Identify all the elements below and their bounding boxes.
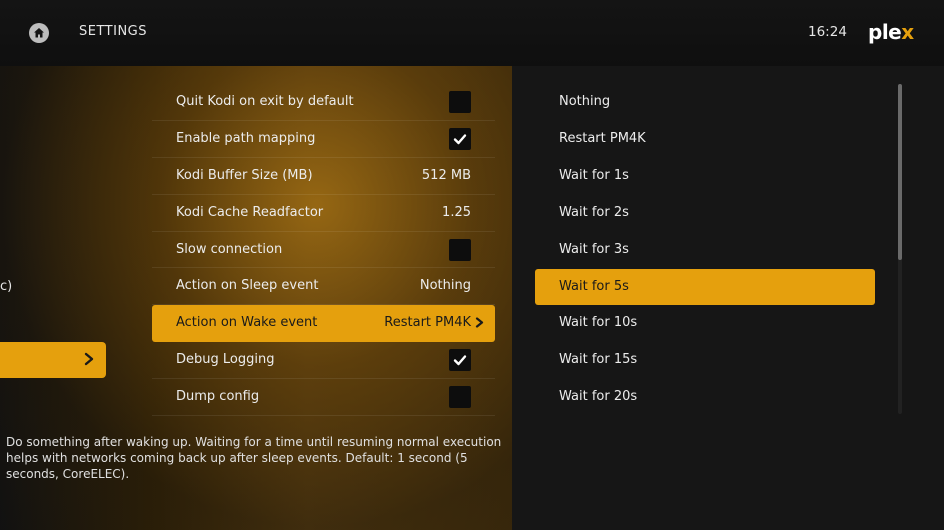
option-item[interactable]: Restart PM4K — [535, 121, 875, 157]
left-menu-item-partial[interactable]: c) — [0, 279, 12, 294]
setting-label: Action on Sleep event — [176, 278, 319, 294]
page-title: SETTINGS — [79, 24, 148, 39]
setting-checkbox[interactable] — [449, 238, 471, 261]
option-label: Restart PM4K — [559, 130, 646, 146]
setting-row[interactable]: Action on Wake event Restart PM4K — [152, 305, 495, 343]
option-label: Wait for 20s — [559, 389, 638, 405]
options-scrollbar-thumb[interactable] — [898, 84, 902, 260]
option-label: Wait for 10s — [559, 315, 638, 331]
home-icon — [34, 28, 44, 38]
option-item[interactable]: Wait for 2s — [535, 195, 875, 231]
setting-label: Debug Logging — [176, 352, 275, 368]
setting-row[interactable]: Debug Logging — [152, 342, 495, 380]
setting-label: Quit Kodi on exit by default — [176, 94, 354, 109]
logo-text: ple — [868, 20, 902, 44]
checkmark-icon — [453, 355, 467, 366]
option-item[interactable]: Nothing — [535, 84, 875, 120]
setting-label: Slow connection — [176, 241, 283, 257]
logo-x: x — [901, 20, 914, 44]
setting-label: Enable path mapping — [176, 130, 316, 146]
option-label: Wait for 2s — [559, 204, 629, 220]
setting-value: 1.25 — [442, 204, 471, 220]
setting-value: 512 MB — [421, 167, 471, 183]
settings-list: Quit Kodi on exit by default Enable path … — [152, 84, 495, 417]
setting-row[interactable]: Slow connection — [152, 232, 495, 269]
setting-row[interactable]: Dump config — [152, 379, 495, 417]
option-item[interactable]: Wait for 15s — [535, 342, 875, 378]
setting-label: Kodi Buffer Size (MB) — [176, 167, 313, 183]
top-bar: SETTINGS 16:24 plex — [0, 0, 944, 66]
option-item[interactable]: Wait for 3s — [535, 232, 875, 268]
clock: 16:24 — [808, 24, 847, 40]
options-panel: Nothing Restart PM4K Wait for 1s Wait for 2… — [512, 66, 944, 530]
option-item[interactable]: Wait for 10s — [535, 305, 875, 341]
setting-row[interactable]: Action on Sleep event Nothing — [152, 268, 495, 306]
setting-value: Nothing — [419, 278, 471, 294]
option-item[interactable]: Wait for 5s — [535, 268, 875, 305]
setting-row[interactable]: Quit Kodi on exit by default — [152, 84, 495, 121]
option-label: Wait for 1s — [559, 167, 629, 183]
plex-logo: plex — [868, 20, 914, 44]
option-item[interactable]: Wait for 1s — [535, 158, 875, 194]
setting-value: Restart PM4K — [384, 315, 471, 331]
option-label: Nothing — [559, 94, 611, 109]
option-item[interactable]: Wait for 20s — [535, 379, 875, 415]
left-menu-selected-item[interactable] — [0, 342, 106, 378]
setting-label: Action on Wake event — [176, 315, 318, 331]
option-label: Wait for 15s — [559, 352, 638, 368]
setting-row[interactable]: Kodi Buffer Size (MB) 512 MB — [152, 158, 495, 195]
setting-label: Kodi Cache Readfactor — [176, 204, 324, 220]
chevron-right-icon — [475, 317, 484, 328]
checkmark-icon — [453, 134, 467, 145]
setting-label: Dump config — [176, 389, 260, 405]
home-button[interactable] — [29, 23, 49, 43]
chevron-right-icon — [84, 352, 94, 366]
option-label: Wait for 3s — [559, 241, 629, 257]
setting-description: Do something after waking up. Waiting fo… — [6, 435, 502, 481]
option-label: Wait for 5s — [559, 278, 629, 294]
setting-checkbox[interactable] — [449, 127, 471, 150]
setting-row[interactable]: Kodi Cache Readfactor 1.25 — [152, 195, 495, 232]
setting-checkbox[interactable] — [449, 91, 471, 113]
setting-checkbox[interactable] — [449, 386, 471, 409]
setting-row[interactable]: Enable path mapping — [152, 121, 495, 158]
setting-checkbox[interactable] — [449, 349, 471, 372]
